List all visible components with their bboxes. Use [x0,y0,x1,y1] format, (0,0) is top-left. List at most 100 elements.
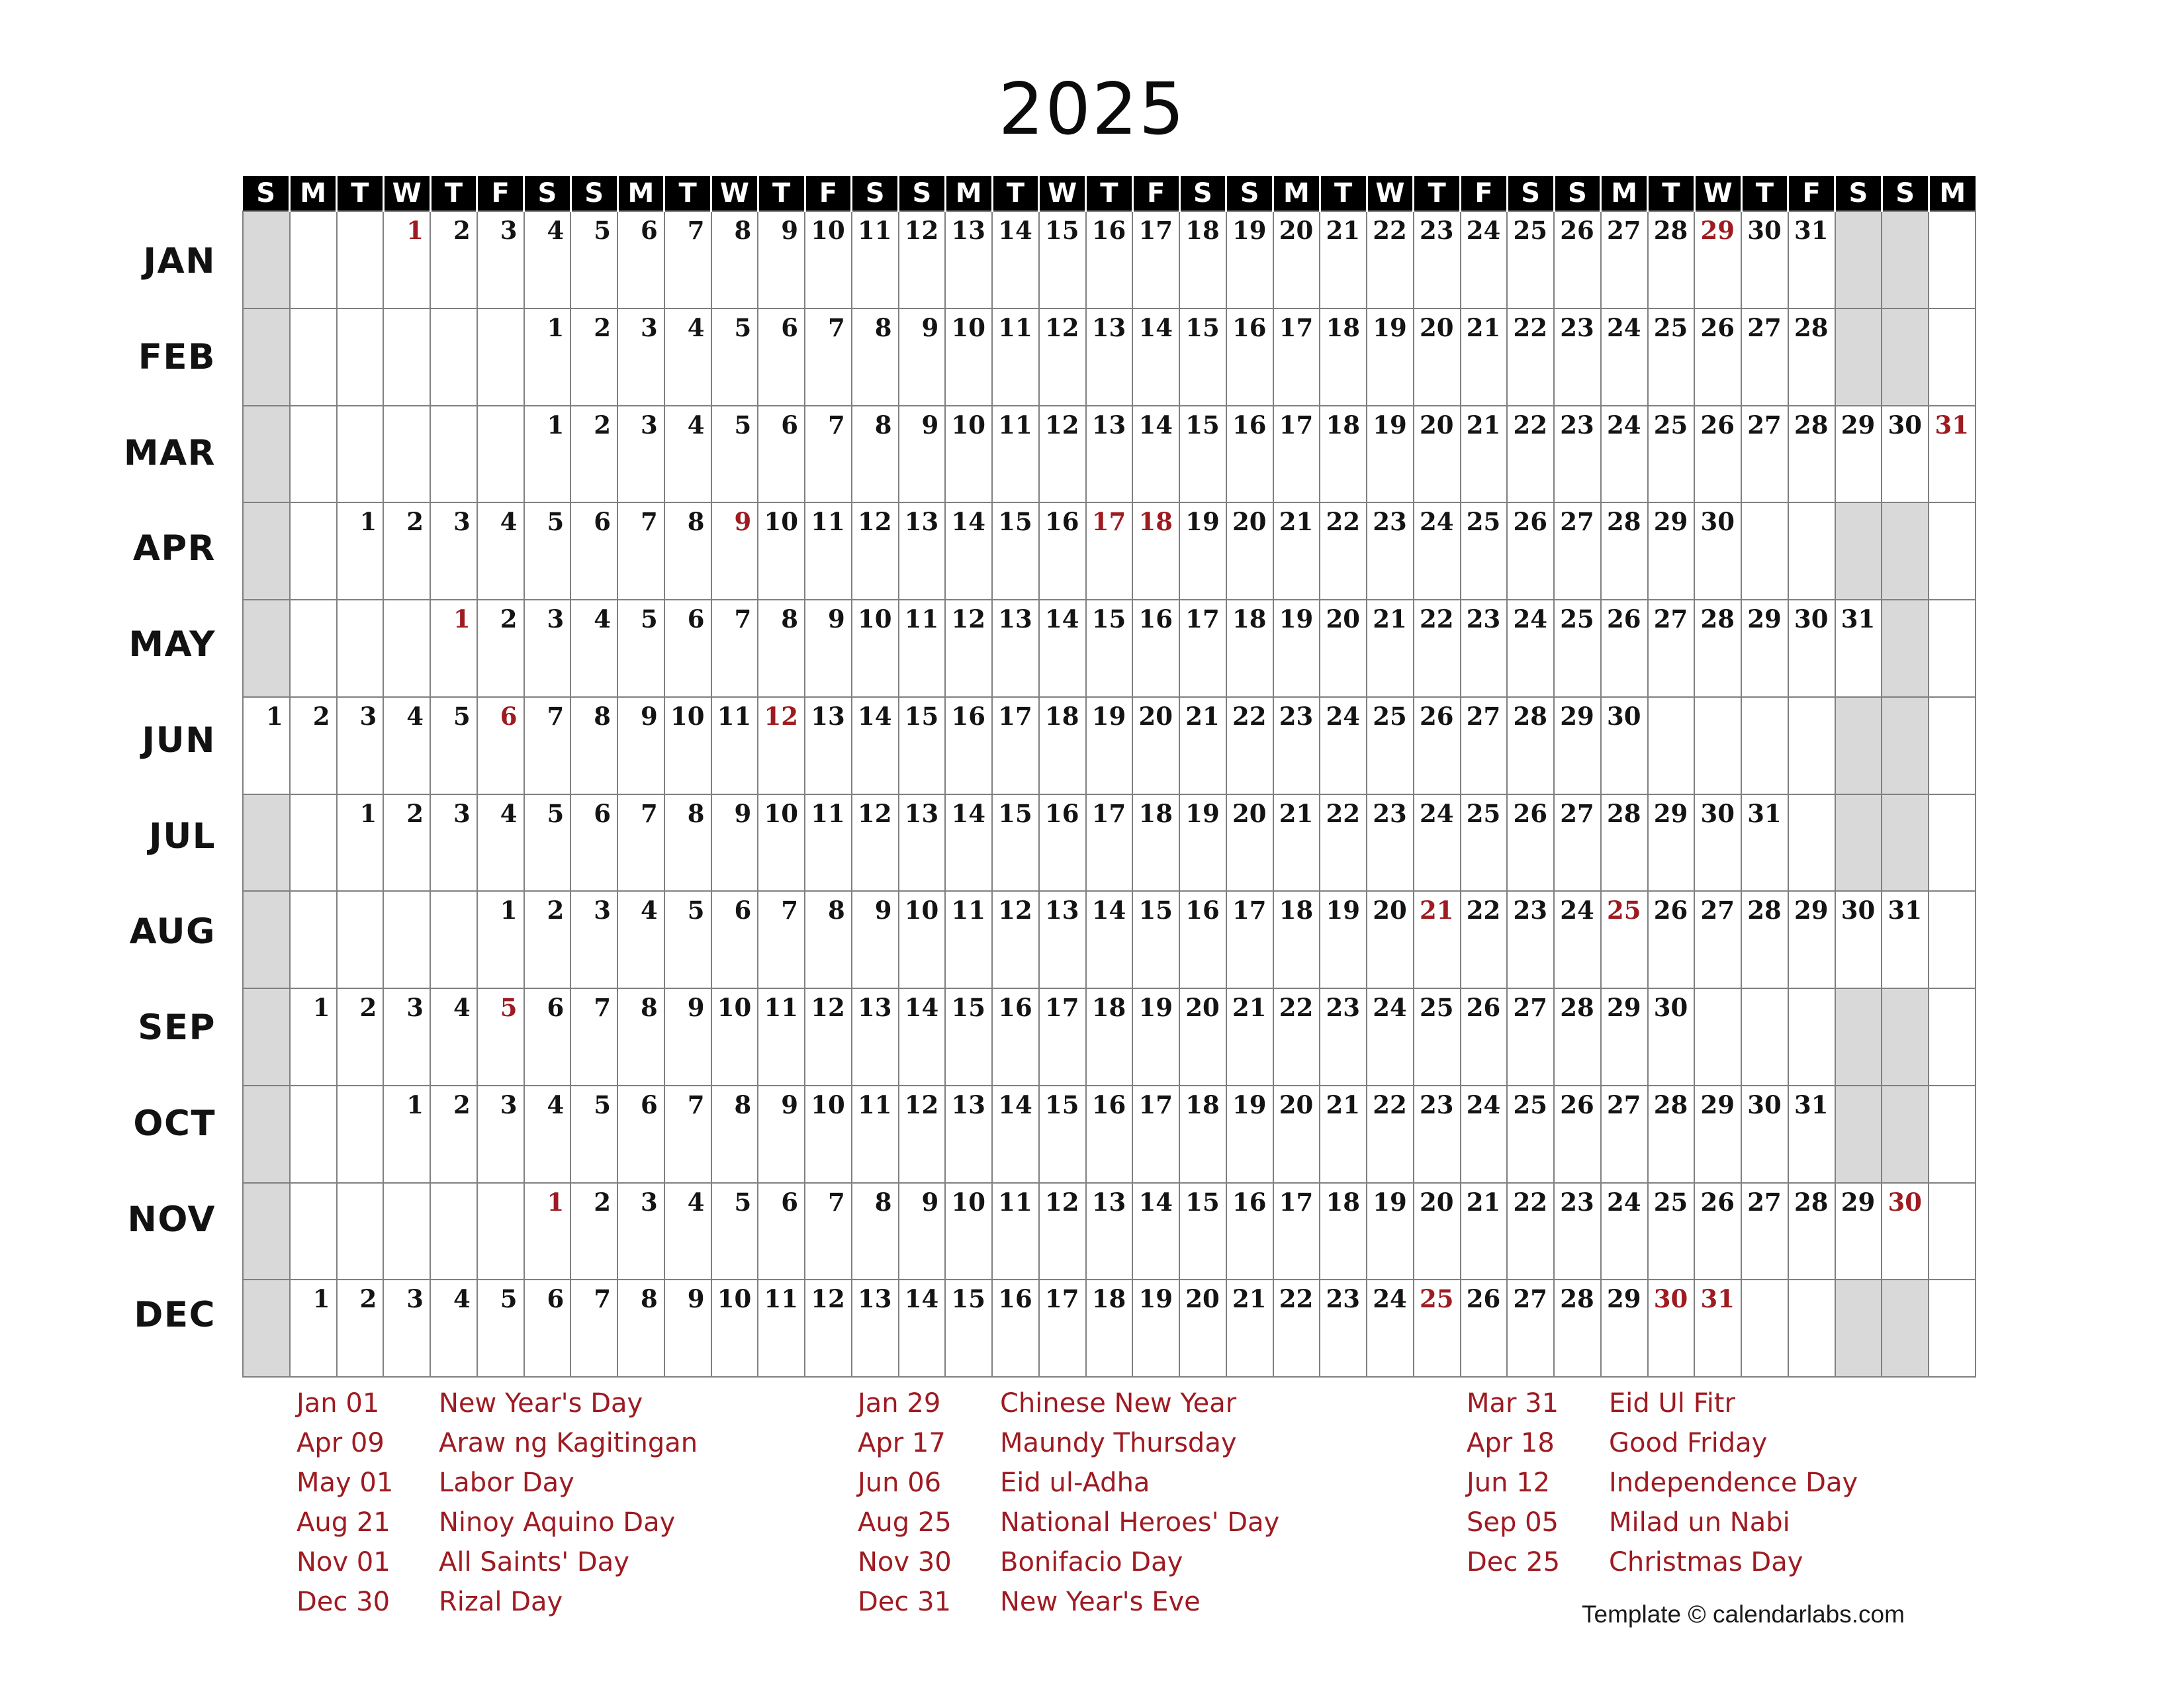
day-cell[interactable]: 31 [1928,404,1976,504]
day-cell[interactable]: 15 [1179,1182,1227,1281]
day-cell[interactable]: 11 [897,599,946,698]
day-cell[interactable]: 17 [1272,307,1321,406]
day-cell[interactable]: 23 [1459,599,1508,698]
day-cell[interactable]: 29 [1553,696,1602,795]
day-cell[interactable]: 16 [1038,793,1087,892]
day-cell[interactable]: 13 [1085,404,1134,504]
day-cell[interactable]: 20 [1179,988,1227,1086]
day-cell[interactable]: 31 [1787,211,1836,309]
day-cell[interactable]: 27 [1600,1084,1649,1184]
day-cell[interactable]: 14 [1132,1182,1180,1281]
day-cell[interactable]: 29 [1741,599,1789,698]
day-cell[interactable]: 12 [850,793,899,892]
day-cell[interactable]: 22 [1272,988,1321,1086]
day-cell[interactable]: 19 [1132,988,1180,1086]
day-cell[interactable]: 30 [1741,211,1789,309]
day-cell[interactable]: 4 [663,1182,712,1281]
day-cell[interactable]: 5 [523,502,572,600]
day-cell[interactable]: 18 [1179,1084,1227,1184]
day-cell[interactable]: 25 [1647,307,1696,406]
day-cell[interactable]: 19 [1366,307,1414,406]
day-cell[interactable]: 7 [757,890,805,989]
day-cell[interactable]: 23 [1319,1279,1367,1378]
day-cell[interactable]: 8 [710,1084,759,1184]
day-cell[interactable]: 2 [570,307,618,406]
day-cell[interactable]: 3 [476,211,525,309]
day-cell[interactable]: 17 [1272,404,1321,504]
day-cell[interactable]: 21 [1225,988,1274,1086]
day-cell[interactable]: 25 [1459,502,1508,600]
day-cell[interactable]: 27 [1506,988,1555,1086]
day-cell[interactable]: 31 [1741,793,1789,892]
day-cell[interactable]: 14 [1132,307,1180,406]
day-cell[interactable]: 21 [1459,404,1508,504]
day-cell[interactable]: 25 [1553,599,1602,698]
day-cell[interactable]: 30 [1694,793,1742,892]
day-cell[interactable]: 21 [1319,1084,1367,1184]
day-cell[interactable]: 27 [1506,1279,1555,1378]
day-cell[interactable]: 19 [1225,1084,1274,1184]
day-cell[interactable]: 28 [1553,1279,1602,1378]
day-cell[interactable]: 5 [523,793,572,892]
day-cell[interactable]: 22 [1506,1182,1555,1281]
day-cell[interactable]: 4 [523,211,572,309]
day-cell[interactable]: 29 [1834,404,1883,504]
day-cell[interactable]: 15 [991,793,1040,892]
day-cell[interactable]: 1 [242,696,291,795]
day-cell[interactable]: 8 [850,1182,899,1281]
day-cell[interactable]: 12 [804,1279,852,1378]
day-cell[interactable]: 29 [1834,1182,1883,1281]
day-cell[interactable]: 1 [383,211,431,309]
day-cell[interactable]: 10 [850,599,899,698]
day-cell[interactable]: 16 [1225,1182,1274,1281]
day-cell[interactable]: 13 [944,1084,993,1184]
day-cell[interactable]: 12 [1038,404,1087,504]
day-cell[interactable]: 6 [757,404,805,504]
day-cell[interactable]: 18 [1179,211,1227,309]
day-cell[interactable]: 4 [383,696,431,795]
day-cell[interactable]: 1 [289,1279,338,1378]
day-cell[interactable]: 19 [1366,404,1414,504]
day-cell[interactable]: 7 [570,988,618,1086]
day-cell[interactable]: 24 [1506,599,1555,698]
day-cell[interactable]: 8 [850,307,899,406]
day-cell[interactable]: 26 [1694,307,1742,406]
day-cell[interactable]: 22 [1366,211,1414,309]
day-cell[interactable]: 5 [663,890,712,989]
day-cell[interactable]: 3 [336,696,385,795]
day-cell[interactable]: 29 [1787,890,1836,989]
day-cell[interactable]: 15 [1132,890,1180,989]
day-cell[interactable]: 4 [523,1084,572,1184]
day-cell[interactable]: 1 [523,307,572,406]
day-cell[interactable]: 25 [1600,890,1649,989]
day-cell[interactable]: 22 [1225,696,1274,795]
day-cell[interactable]: 11 [850,1084,899,1184]
day-cell[interactable]: 26 [1647,890,1696,989]
day-cell[interactable]: 5 [570,211,618,309]
day-cell[interactable]: 18 [1225,599,1274,698]
day-cell[interactable]: 5 [430,696,478,795]
day-cell[interactable]: 8 [570,696,618,795]
day-cell[interactable]: 3 [617,307,665,406]
day-cell[interactable]: 19 [1179,793,1227,892]
day-cell[interactable]: 15 [1179,404,1227,504]
day-cell[interactable]: 23 [1412,211,1461,309]
day-cell[interactable]: 24 [1600,404,1649,504]
day-cell[interactable]: 15 [1179,307,1227,406]
day-cell[interactable]: 18 [1085,988,1134,1086]
day-cell[interactable]: 2 [336,1279,385,1378]
day-cell[interactable]: 28 [1600,793,1649,892]
day-cell[interactable]: 8 [710,211,759,309]
day-cell[interactable]: 10 [757,502,805,600]
day-cell[interactable]: 29 [1647,793,1696,892]
day-cell[interactable]: 17 [1132,211,1180,309]
day-cell[interactable]: 7 [663,211,712,309]
day-cell[interactable]: 11 [804,793,852,892]
day-cell[interactable]: 20 [1412,1182,1461,1281]
day-cell[interactable]: 1 [289,988,338,1086]
day-cell[interactable]: 24 [1600,1182,1649,1281]
day-cell[interactable]: 11 [944,890,993,989]
day-cell[interactable]: 13 [944,211,993,309]
day-cell[interactable]: 21 [1459,1182,1508,1281]
day-cell[interactable]: 29 [1694,211,1742,309]
